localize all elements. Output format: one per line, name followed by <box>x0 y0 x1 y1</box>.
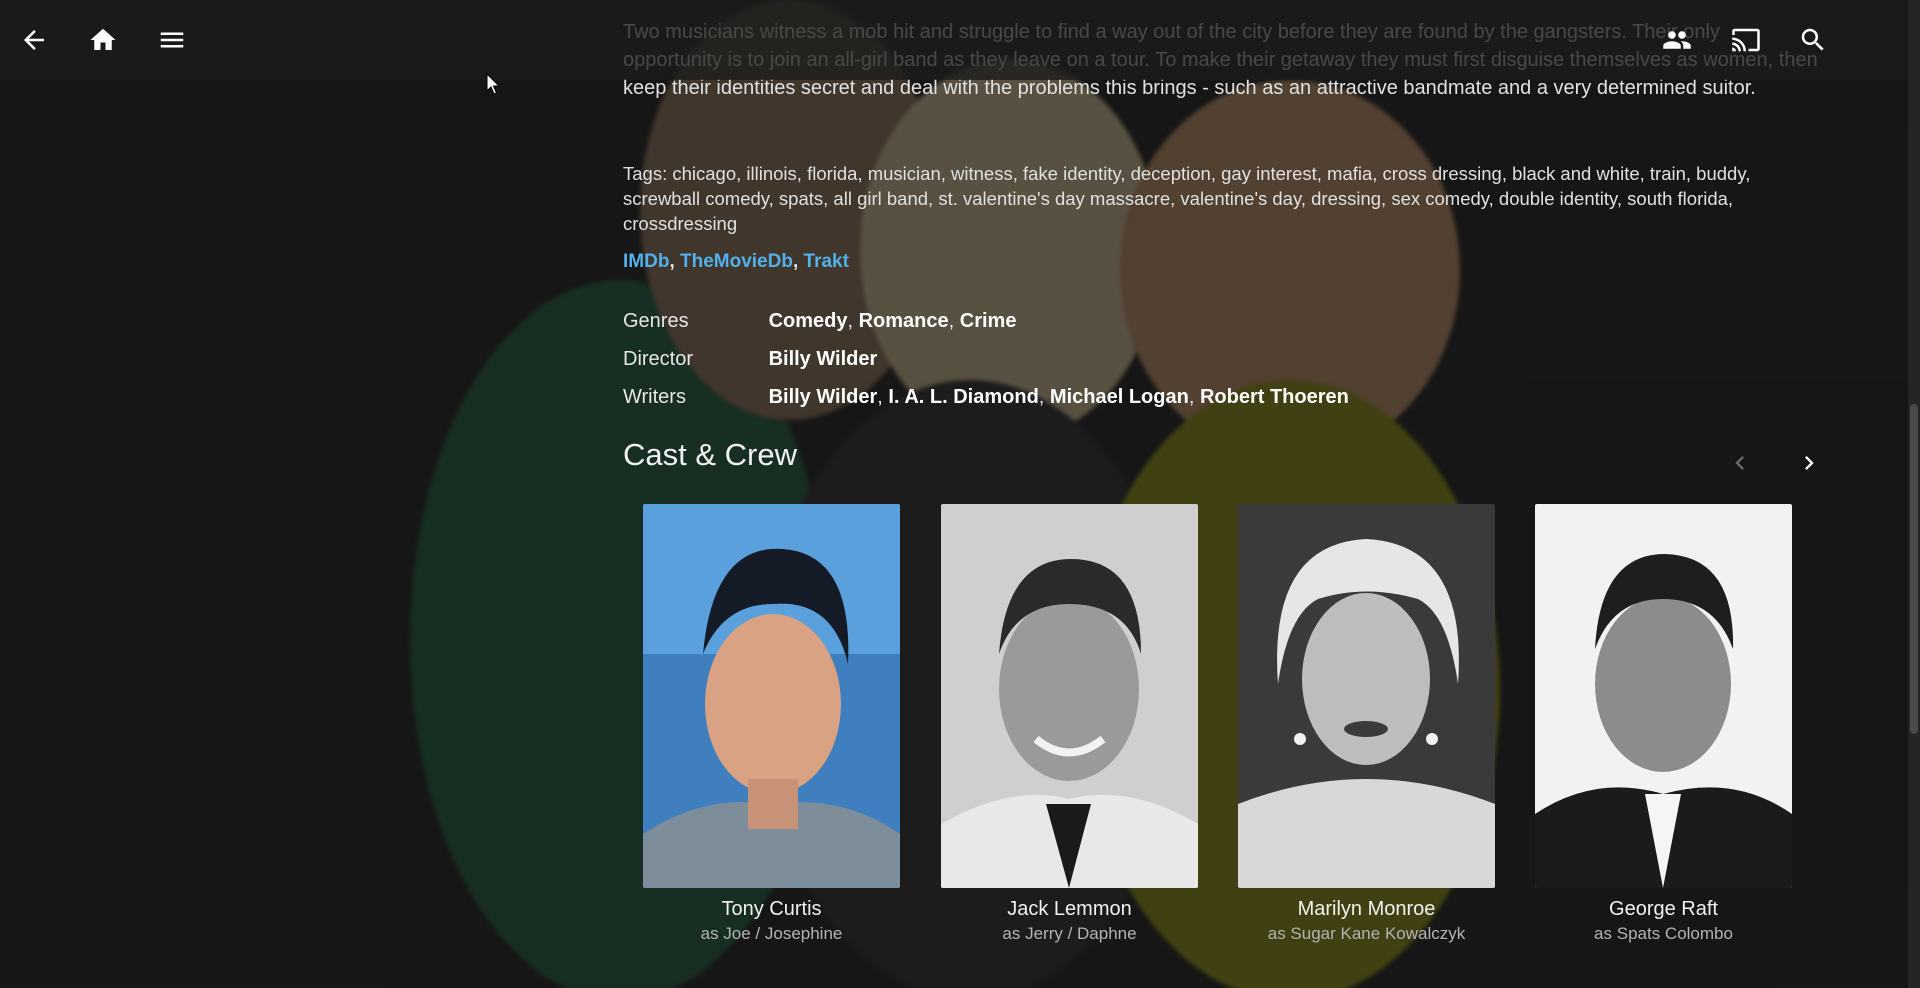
link-themoviedb[interactable]: TheMovieDb <box>680 251 793 272</box>
cast-button[interactable] <box>1724 18 1768 62</box>
tags-list: chicago, illinois, florida, musician, wi… <box>623 163 1751 234</box>
app-header <box>0 0 1908 80</box>
sync-play-button[interactable] <box>1655 18 1699 62</box>
external-links: IMDb, TheMovieDb, Trakt <box>623 251 849 272</box>
tags-line: Tags: chicago, illinois, florida, musici… <box>623 161 1818 236</box>
genres-row: Genres Comedy, Romance, Crime <box>623 307 1523 335</box>
writer-link[interactable]: Billy Wilder <box>769 386 878 408</box>
cast-icon <box>1732 28 1760 52</box>
cast-photo <box>1238 504 1495 888</box>
arrow-back-icon <box>24 30 44 50</box>
search-icon <box>1801 28 1824 51</box>
people-sync-icon <box>1663 31 1691 49</box>
cast-section-title: Cast & Crew <box>623 437 797 472</box>
genre-link[interactable]: Crime <box>960 310 1017 332</box>
scrollbar-thumb[interactable] <box>1910 404 1918 734</box>
back-button[interactable] <box>12 18 56 62</box>
link-imdb[interactable]: IMDb <box>623 251 669 272</box>
cast-name: Jack Lemmon <box>1007 898 1132 920</box>
genre-link[interactable]: Romance <box>859 310 949 332</box>
cast-role: as Sugar Kane Kowalczyk <box>1267 924 1466 943</box>
tags-label: Tags: <box>623 163 668 184</box>
director-row: Director Billy Wilder <box>623 345 1523 373</box>
writers-label: Writers <box>623 386 686 408</box>
writer-link[interactable]: Robert Thoeren <box>1200 386 1349 408</box>
hamburger-menu-icon <box>160 32 184 48</box>
cast-prev-button[interactable] <box>1720 443 1760 483</box>
director-label: Director <box>623 348 694 370</box>
chevron-right-icon <box>1805 456 1814 470</box>
cast-role: as Jerry / Daphne <box>1002 924 1137 943</box>
cast-next-button[interactable] <box>1789 443 1829 483</box>
writer-link[interactable]: Michael Logan <box>1050 386 1189 408</box>
page-scrollbar[interactable] <box>1908 0 1920 988</box>
search-button[interactable] <box>1791 18 1835 62</box>
cast-name: Marilyn Monroe <box>1297 898 1436 920</box>
genres-label: Genres <box>623 310 689 332</box>
home-icon <box>90 28 116 50</box>
cast-name: George Raft <box>1609 898 1718 920</box>
cast-photo <box>643 504 900 888</box>
cast-role: as Spats Colombo <box>1594 924 1733 943</box>
cast-card[interactable]: George Raft as Spats Colombo <box>1535 504 1792 944</box>
mouse-cursor-icon <box>486 73 501 95</box>
cast-card[interactable]: Jack Lemmon as Jerry / Daphne <box>941 504 1198 944</box>
cast-photo <box>941 504 1198 888</box>
writers-row: Writers Billy Wilder, I. A. L. Diamond, … <box>623 383 1523 411</box>
home-button[interactable] <box>81 18 125 62</box>
cast-photo <box>1535 504 1792 888</box>
director-link[interactable]: Billy Wilder <box>769 348 878 370</box>
cast-role: as Joe / Josephine <box>700 924 843 943</box>
genre-link[interactable]: Comedy <box>769 310 848 332</box>
chevron-left-icon <box>1735 456 1744 470</box>
cast-card[interactable]: Marilyn Monroe as Sugar Kane Kowalczyk <box>1238 504 1495 944</box>
link-trakt[interactable]: Trakt <box>804 251 849 272</box>
cast-card[interactable]: Tony Curtis as Joe / Josephine <box>643 504 900 944</box>
menu-button[interactable] <box>150 18 194 62</box>
writer-link[interactable]: I. A. L. Diamond <box>888 386 1038 408</box>
cast-name: Tony Curtis <box>721 898 822 920</box>
